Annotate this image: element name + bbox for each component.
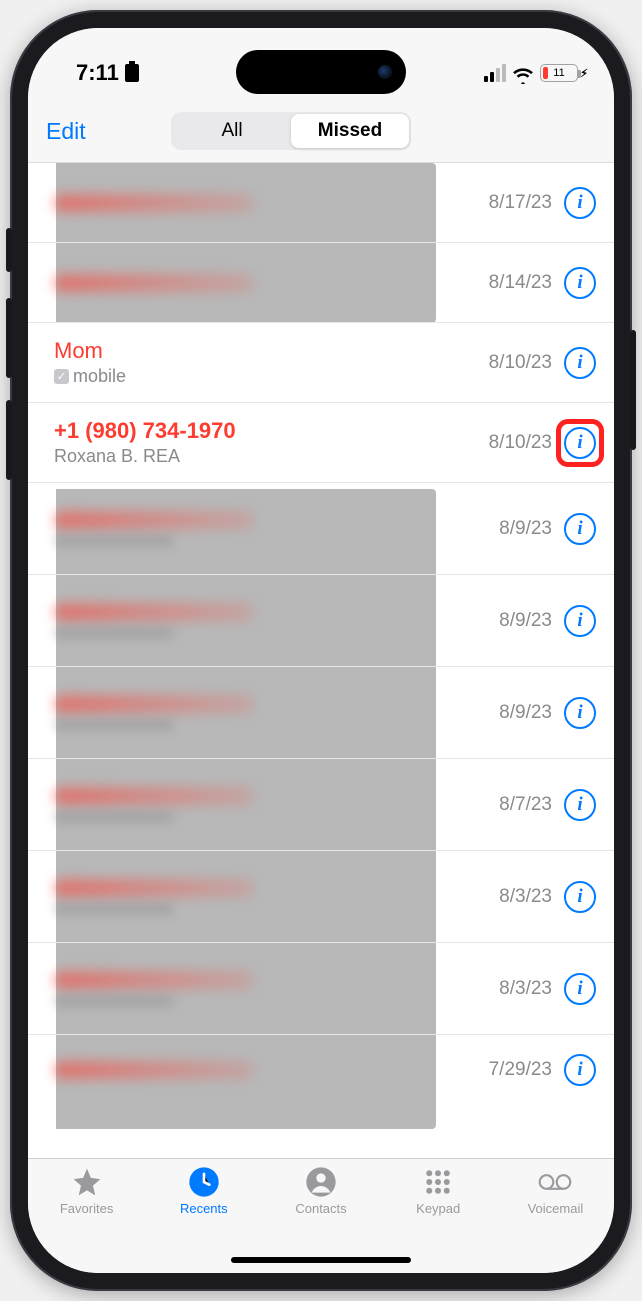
call-title: +1 (980) 734-1970 (54, 418, 489, 444)
call-date: 8/10/23 (489, 352, 552, 374)
sim-icon (125, 64, 139, 82)
call-date: 8/7/23 (499, 794, 552, 816)
segmented-control: All Missed (171, 112, 411, 150)
info-icon[interactable]: i (564, 427, 596, 459)
call-row[interactable]: 7/29/23 i (28, 1035, 614, 1105)
call-date: 8/10/23 (489, 432, 552, 454)
call-date: 8/9/23 (499, 518, 552, 540)
call-row[interactable]: 8/17/23 i (28, 163, 614, 243)
volume-up-button (6, 298, 12, 378)
info-icon[interactable]: i (564, 513, 596, 545)
call-date: 8/3/23 (499, 978, 552, 1000)
screen: 7:11 11 ⚡︎ Edit All Missed (28, 28, 614, 1273)
segment-missed[interactable]: Missed (291, 114, 409, 148)
info-icon[interactable]: i (564, 267, 596, 299)
segment-all[interactable]: All (173, 114, 291, 148)
dynamic-island (236, 50, 406, 94)
tab-label: Favorites (60, 1201, 113, 1216)
call-row[interactable]: 8/3/23 i (28, 851, 614, 943)
call-row[interactable]: 8/14/23 i (28, 243, 614, 323)
home-indicator[interactable] (231, 1257, 411, 1263)
tab-label: Keypad (416, 1201, 460, 1216)
battery-icon: 11 ⚡︎ (540, 64, 578, 82)
call-row[interactable]: +1 (980) 734-1970 Roxana B. REA 8/10/23 … (28, 403, 614, 483)
info-icon[interactable]: i (564, 187, 596, 219)
call-subtitle: Roxana B. REA (54, 446, 489, 467)
info-icon[interactable]: i (564, 697, 596, 729)
tab-label: Recents (180, 1201, 228, 1216)
tab-bar: Favorites Recents Contacts (28, 1158, 614, 1273)
check-icon: ✓ (54, 369, 69, 384)
mute-switch (6, 228, 12, 272)
info-icon[interactable]: i (564, 347, 596, 379)
tab-voicemail[interactable]: Voicemail (497, 1165, 614, 1273)
info-icon[interactable]: i (564, 973, 596, 1005)
status-time: 7:11 (76, 60, 119, 86)
call-date: 8/14/23 (489, 272, 552, 294)
info-icon[interactable]: i (564, 1054, 596, 1086)
call-date: 8/9/23 (499, 702, 552, 724)
call-date: 7/29/23 (489, 1059, 552, 1081)
call-date: 8/3/23 (499, 886, 552, 908)
info-icon[interactable]: i (564, 881, 596, 913)
phone-frame: 7:11 11 ⚡︎ Edit All Missed (10, 10, 632, 1291)
volume-down-button (6, 400, 12, 480)
info-icon[interactable]: i (564, 789, 596, 821)
call-date: 8/17/23 (489, 192, 552, 214)
wifi-icon (512, 64, 534, 82)
nav-bar: Edit All Missed (28, 106, 614, 163)
person-icon (304, 1165, 338, 1199)
call-date: 8/9/23 (499, 610, 552, 632)
call-row[interactable]: Mom ✓ mobile 8/10/23 i (28, 323, 614, 403)
edit-button[interactable]: Edit (46, 118, 106, 145)
call-row[interactable]: 8/7/23 i (28, 759, 614, 851)
call-subtitle: ✓ mobile (54, 366, 489, 387)
cellular-signal-icon (484, 64, 506, 82)
call-title: Mom (54, 338, 489, 364)
tab-label: Contacts (295, 1201, 346, 1216)
voicemail-icon (538, 1165, 572, 1199)
clock-icon (187, 1165, 221, 1199)
tab-label: Voicemail (528, 1201, 584, 1216)
keypad-icon (421, 1165, 455, 1199)
info-icon[interactable]: i (564, 605, 596, 637)
power-button (630, 330, 636, 450)
star-icon (70, 1165, 104, 1199)
recents-list[interactable]: 8/17/23 i 8/14/23 i Mom ✓ mobile 8/10/23… (28, 163, 614, 1158)
call-row[interactable]: 8/9/23 i (28, 667, 614, 759)
call-row[interactable]: 8/9/23 i (28, 483, 614, 575)
call-row[interactable]: 8/3/23 i (28, 943, 614, 1035)
tab-favorites[interactable]: Favorites (28, 1165, 145, 1273)
call-row[interactable]: 8/9/23 i (28, 575, 614, 667)
